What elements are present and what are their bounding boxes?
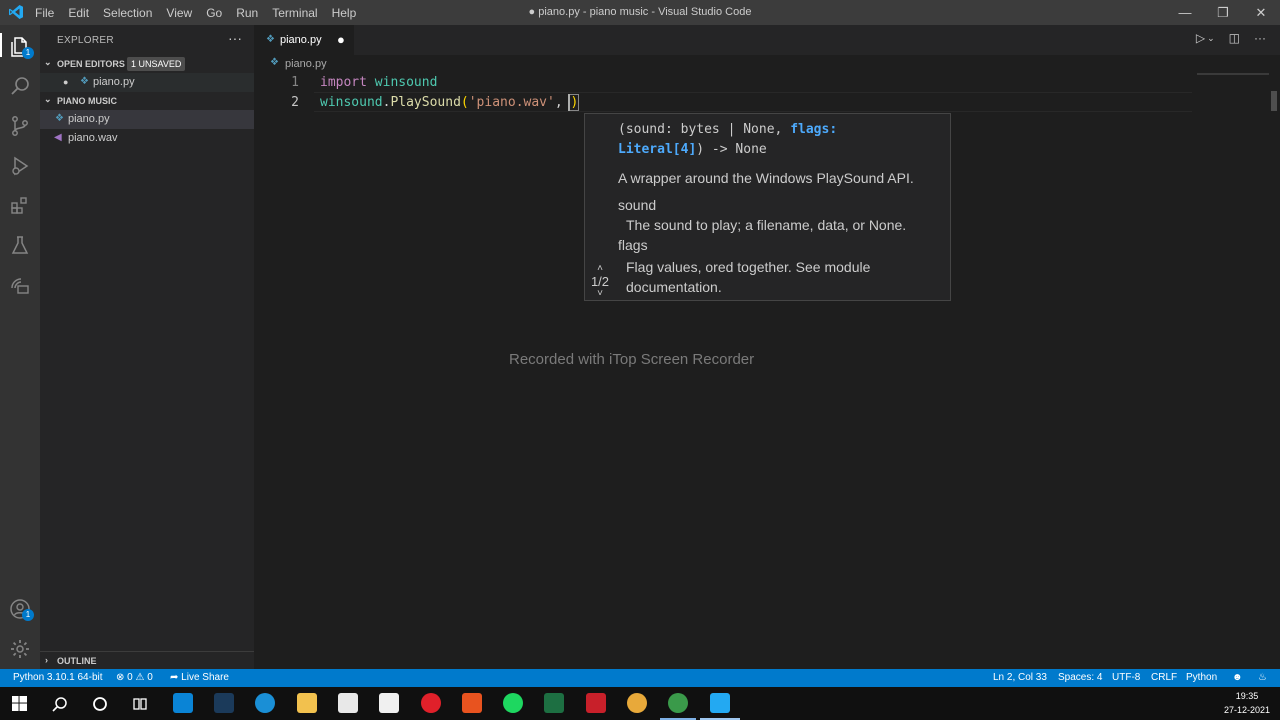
activity-bar: 1 1: [0, 25, 40, 669]
unsaved-dot-icon[interactable]: ●: [337, 32, 345, 47]
cursor-position[interactable]: Ln 2, Col 33: [993, 672, 1047, 683]
gear-icon[interactable]: [8, 637, 32, 661]
chevron-down-icon: ⌄: [44, 94, 52, 104]
param-description: The sound to play; a filename, data, or …: [626, 217, 907, 233]
python-interpreter[interactable]: Python 3.10.1 64-bit: [13, 672, 103, 683]
indentation[interactable]: Spaces: 4: [1058, 672, 1102, 683]
chevron-up-icon[interactable]: ˄: [587, 264, 613, 274]
encoding[interactable]: UTF-8: [1112, 672, 1140, 683]
chrome-icon[interactable]: [627, 693, 647, 713]
python-file-icon: ❖: [55, 113, 64, 124]
signature: (sound: bytes | None, flags: Literal[4]) …: [618, 122, 838, 157]
minimap[interactable]: [1197, 73, 1269, 75]
signature-description: A wrapper around the Windows PlaySound A…: [618, 170, 914, 186]
explorer-badge: 1: [22, 47, 34, 59]
line-number: 1: [291, 75, 299, 90]
sidebar-title: EXPLORER: [57, 35, 114, 46]
tab-piano-py[interactable]: ❖ piano.py ●: [254, 25, 354, 55]
screen-recorder-icon[interactable]: [586, 693, 606, 713]
live-share-button[interactable]: ➦ Live Share: [170, 672, 229, 683]
windows-taskbar: 19:35 27-12-2021: [0, 687, 1280, 720]
title-bar: File Edit Selection View Go Run Terminal…: [0, 0, 1280, 25]
outline-section[interactable]: › OUTLINE: [40, 651, 254, 669]
notifications-icon[interactable]: ♨: [1258, 672, 1267, 683]
store-icon[interactable]: [379, 693, 399, 713]
python-file-icon: ❖: [80, 76, 89, 87]
end-of-line[interactable]: CRLF: [1151, 672, 1177, 683]
chrome-profile-icon[interactable]: [668, 693, 688, 713]
open-editors-section[interactable]: ⌄ OPEN EDITORS 1 UNSAVED: [40, 55, 254, 73]
status-bar: Python 3.10.1 64-bit ⊗ 0 ⚠ 0 ➦ Live Shar…: [0, 669, 1280, 687]
text-cursor: [568, 94, 570, 111]
account-badge: 1: [22, 609, 34, 621]
chevron-down-icon: ⌄: [44, 57, 52, 67]
window-title: ● piano.py - piano music - Visual Studio…: [528, 6, 752, 18]
explorer-sidebar: EXPLORER ··· ⌄ OPEN EDITORS 1 UNSAVED ● …: [40, 25, 254, 669]
python-file-icon: ❖: [270, 57, 279, 68]
breadcrumb-file[interactable]: piano.py: [285, 58, 327, 70]
error-icon: ⊗: [116, 672, 125, 683]
code-line-1[interactable]: import winsound: [320, 75, 437, 90]
unsaved-badge: 1 UNSAVED: [127, 57, 186, 71]
scrollbar[interactable]: [1271, 91, 1277, 111]
run-debug-icon[interactable]: [8, 154, 32, 178]
recorder-watermark: Recorded with iTop Screen Recorder: [509, 351, 755, 368]
language-mode[interactable]: Python: [1186, 672, 1217, 683]
python-file-icon: ❖: [266, 34, 275, 45]
open-editor-item[interactable]: ● ❖ piano.py: [40, 73, 254, 92]
windows-start-icon[interactable]: [12, 696, 27, 711]
vscode-taskbar-icon[interactable]: [710, 693, 730, 713]
file-item-piano-py[interactable]: ❖ piano.py: [40, 110, 254, 129]
editor-tabs: ❖ piano.py ● ▷ ⌄ ◫ ···: [254, 25, 1280, 55]
search-icon[interactable]: [8, 74, 32, 98]
file-item-piano-wav[interactable]: ◀ piano.wav: [40, 129, 254, 148]
prime-video-icon[interactable]: [214, 693, 234, 713]
search-icon[interactable]: [52, 696, 68, 712]
minimize-icon[interactable]: —: [1166, 0, 1204, 25]
param-description: Flag values, ored together. See module d…: [626, 259, 871, 295]
audio-file-icon: ◀: [54, 132, 62, 143]
param-name: flags: [618, 237, 648, 253]
office-icon[interactable]: [462, 693, 482, 713]
split-editor-icon[interactable]: ◫: [1229, 31, 1240, 45]
cortana-icon[interactable]: [92, 696, 108, 712]
chevron-down-icon[interactable]: ˅: [587, 289, 613, 299]
piano-music-folder[interactable]: ⌄ PIANO MUSIC: [40, 92, 254, 110]
excel-icon[interactable]: [544, 693, 564, 713]
chevron-right-icon: ›: [45, 655, 48, 665]
line-number: 2: [291, 95, 299, 110]
breadcrumb: ❖ piano.py: [254, 55, 1280, 73]
problems-indicator[interactable]: ⊗ 0 ⚠ 0: [116, 672, 153, 683]
edge-icon[interactable]: [255, 693, 275, 713]
maximize-icon[interactable]: ❐: [1204, 0, 1242, 25]
code-line-2[interactable]: winsound.PlaySound('piano.wav', ): [320, 94, 580, 111]
overload-navigator[interactable]: ˄ 1/2 ˅: [587, 264, 613, 299]
param-name: sound: [618, 197, 657, 213]
more-actions-icon[interactable]: ···: [1254, 31, 1266, 45]
feedback-icon[interactable]: ☻: [1232, 672, 1243, 683]
warning-icon: ⚠: [135, 672, 145, 683]
close-icon[interactable]: ✕: [1242, 0, 1280, 25]
testing-icon[interactable]: [8, 234, 32, 258]
taskbar-clock[interactable]: 19:35 27-12-2021: [1224, 689, 1270, 717]
live-share-icon: ➦: [170, 672, 179, 683]
extensions-icon[interactable]: [8, 194, 32, 218]
spotify-icon[interactable]: [503, 693, 523, 713]
remote-explorer-icon[interactable]: [8, 274, 32, 298]
unsaved-dot-icon[interactable]: ●: [63, 77, 68, 87]
file-explorer-icon[interactable]: [297, 693, 317, 713]
opera-icon[interactable]: [421, 693, 441, 713]
more-actions-icon[interactable]: ···: [228, 30, 242, 46]
run-python-file-icon[interactable]: ▷: [1196, 31, 1205, 45]
itop-recorder-icon[interactable]: [173, 693, 193, 713]
signature-help-popup: (sound: bytes | None, flags: Literal[4]) …: [584, 113, 951, 301]
mail-icon[interactable]: [338, 693, 358, 713]
chevron-down-icon[interactable]: ⌄: [1207, 31, 1215, 45]
source-control-icon[interactable]: [8, 114, 32, 138]
task-view-icon[interactable]: [132, 696, 148, 712]
